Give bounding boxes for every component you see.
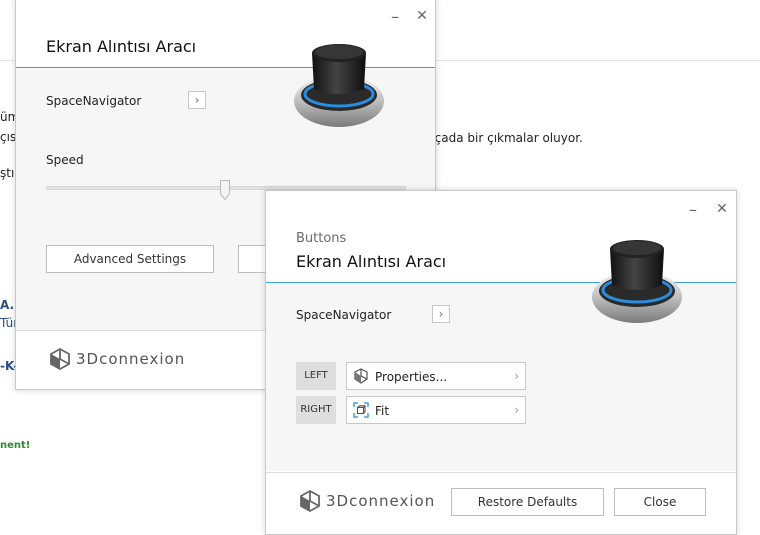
mapping-action-right: Fit [375,404,390,418]
speed-slider-thumb[interactable] [220,180,230,200]
window-title: Ekran Alıntısı Aracı [296,252,447,271]
brand-name: 3Dconnexion [326,492,436,510]
button-tag-left: LEFT [296,362,336,390]
restore-defaults-button[interactable]: Restore Defaults [451,488,604,516]
bg-text: rçada bir çıkmalar oluyor. [430,131,583,145]
advanced-settings-button[interactable]: Advanced Settings [46,245,214,273]
window-title: Ekran Alıntısı Aracı [46,37,197,56]
fit-view-icon [353,402,369,418]
bg-text: nent! [0,440,31,451]
bg-link[interactable]: A. [0,298,14,312]
buttons-window: – ✕ Buttons Ekran Alıntısı Aracı SpaceNa… [265,190,737,535]
chevron-right-icon: › [514,369,519,383]
device-select-chevron[interactable]: › [188,91,206,109]
speed-label: Speed [46,153,84,167]
3dconnexion-logo-icon [300,489,320,513]
footer-divider [266,472,736,473]
chevron-right-icon: › [514,403,519,417]
mapping-field-left[interactable]: Properties... › [346,362,526,390]
close-button[interactable]: ✕ [413,7,431,25]
cube-properties-icon [354,368,368,384]
device-label: SpaceNavigator [296,308,392,322]
close-dialog-button[interactable]: Close [614,488,706,516]
brand-logo: 3Dconnexion [48,347,185,371]
window-subtitle: Buttons [296,231,347,246]
close-button[interactable]: ✕ [713,200,731,218]
device-label: SpaceNavigator [46,94,142,108]
mapping-action-left: Properties... [375,370,448,384]
device-select-chevron[interactable]: › [432,305,450,323]
minimize-button[interactable]: – [386,8,404,26]
spacenavigator-device-image [294,44,384,127]
3dconnexion-logo-icon [50,347,70,371]
minimize-button[interactable]: – [684,201,702,219]
button-tag-right: RIGHT [296,396,336,424]
spacenavigator-device-image [592,240,682,323]
brand-name: 3Dconnexion [76,350,186,368]
brand-logo: 3Dconnexion [298,489,435,513]
mapping-field-right[interactable]: Fit › [346,396,526,424]
